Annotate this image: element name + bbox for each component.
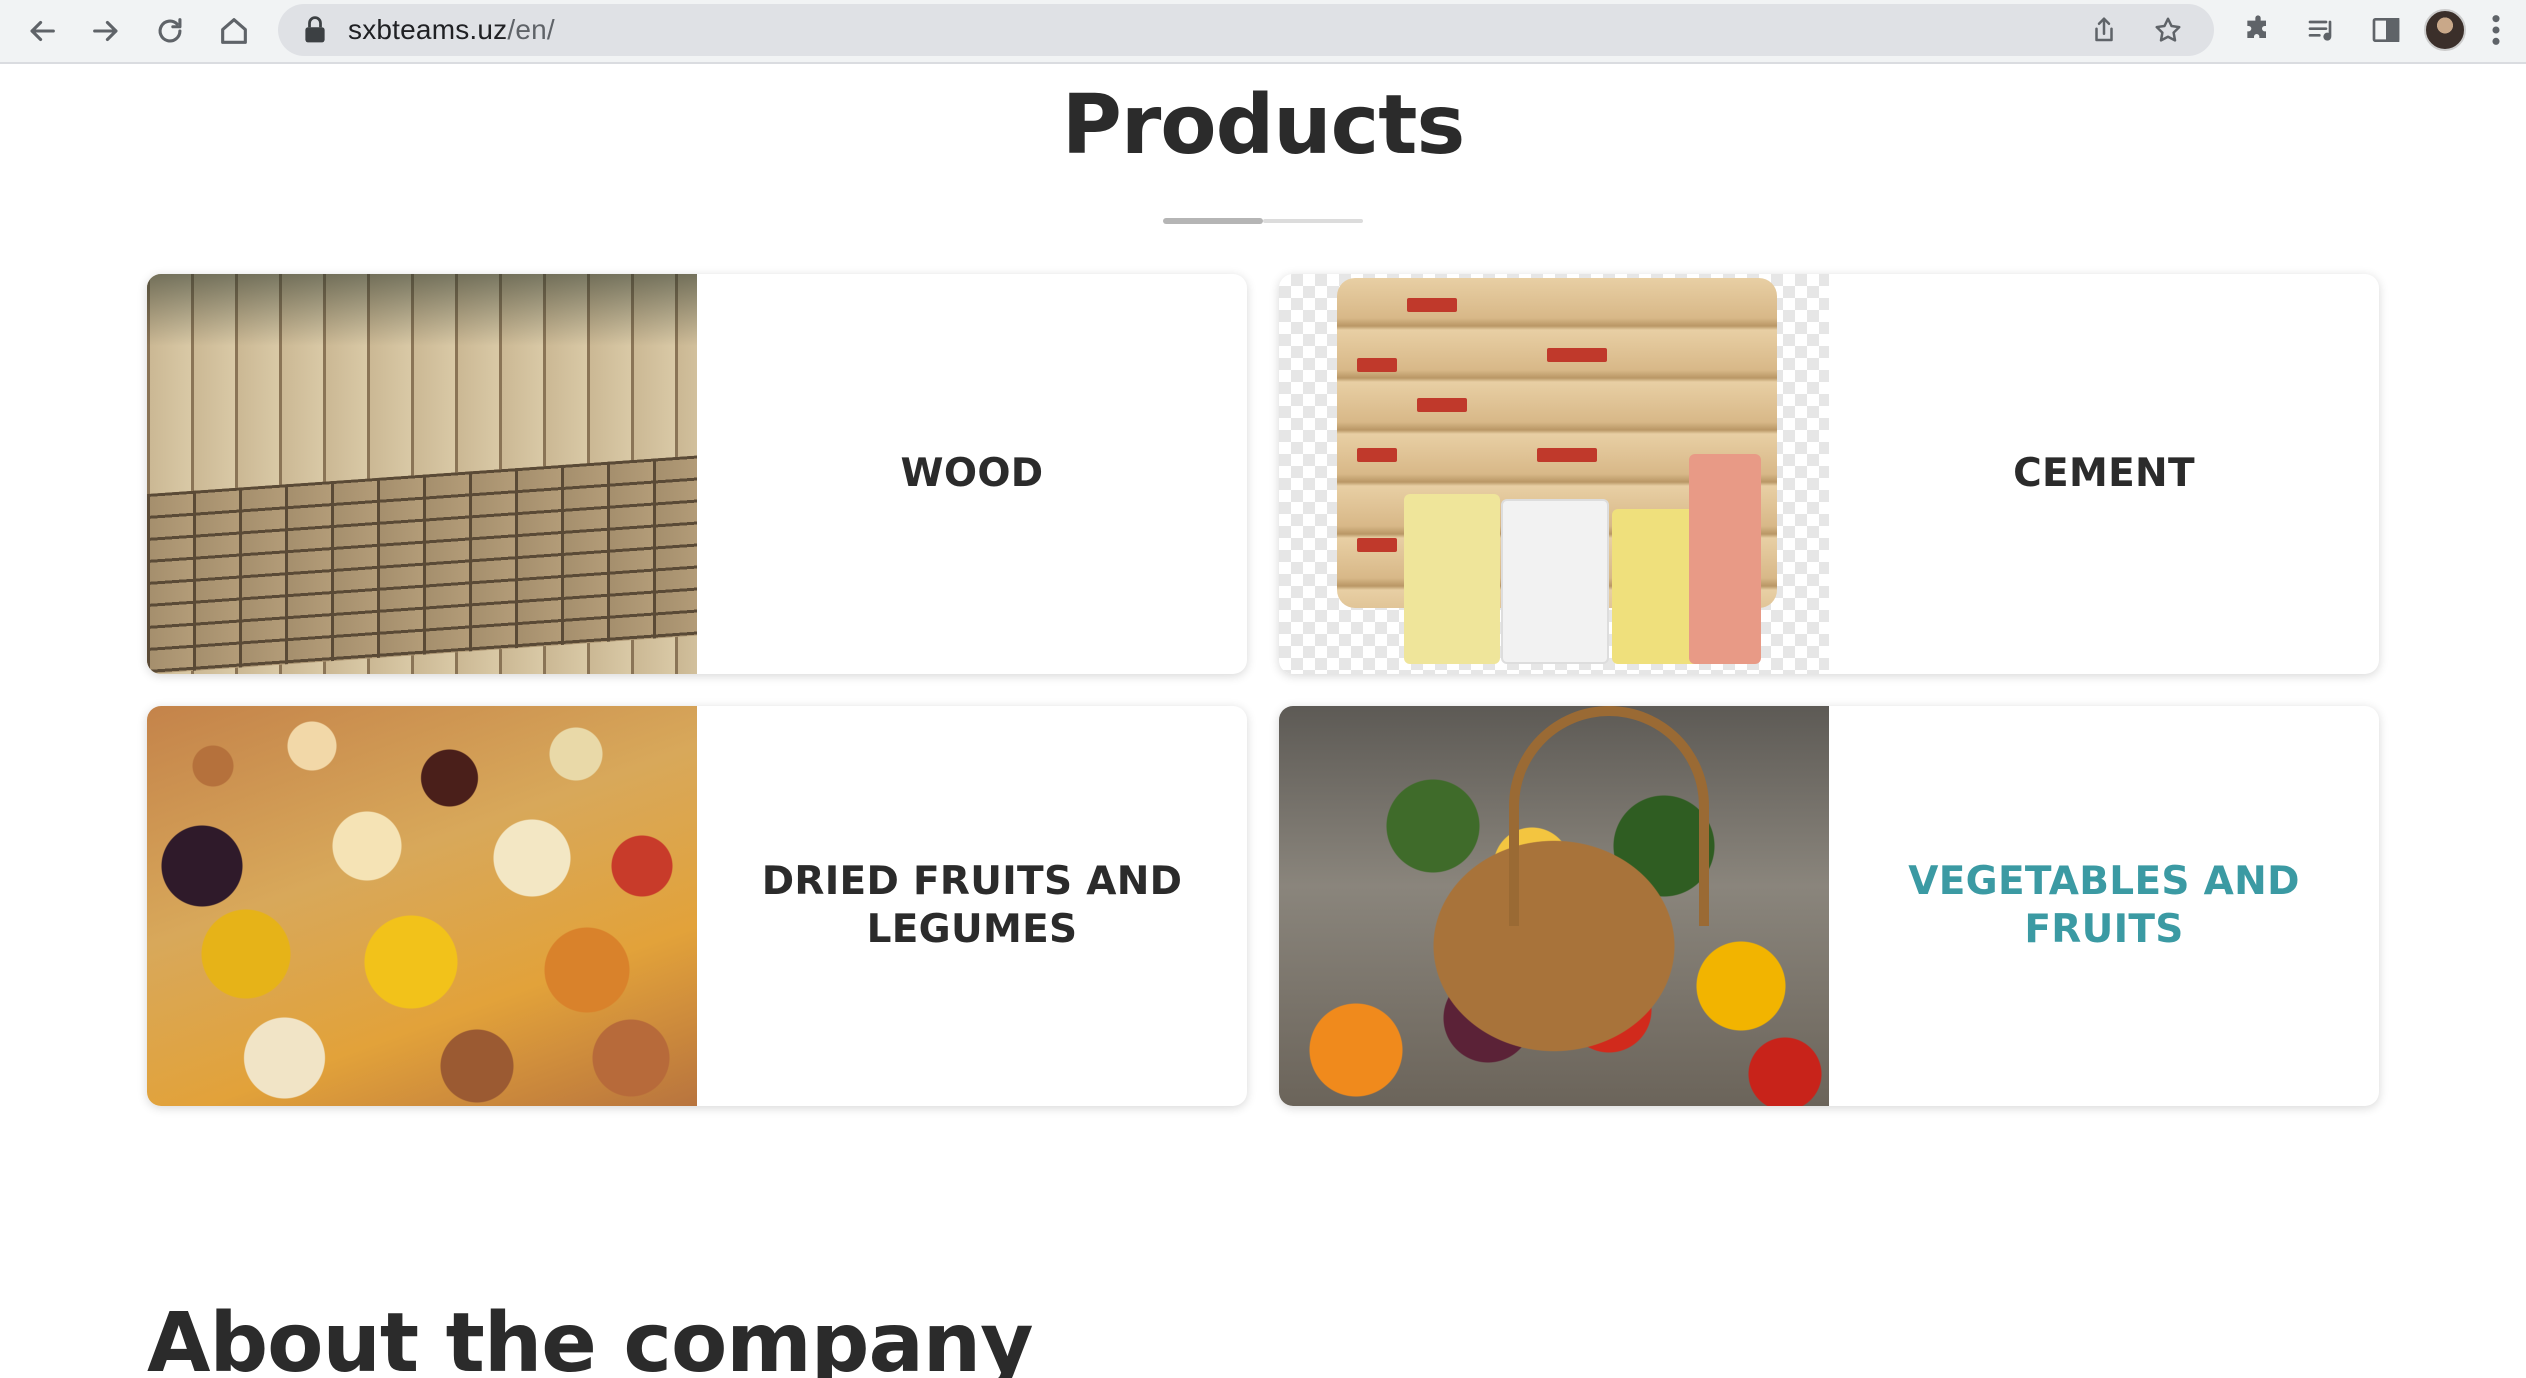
product-label-cement: CEMENT bbox=[2013, 451, 2195, 496]
product-card-dried-fruits[interactable]: DRIED FRUITS AND LEGUMES bbox=[147, 706, 1247, 1106]
url-path: /en/ bbox=[507, 14, 555, 45]
cement-image bbox=[1279, 274, 1829, 674]
address-bar-actions bbox=[2072, 4, 2200, 56]
media-control-button[interactable] bbox=[2290, 0, 2354, 60]
share-icon bbox=[2095, 17, 2113, 42]
url-host: sxbteams.uz bbox=[348, 14, 508, 45]
extension-toolbar bbox=[2226, 0, 2516, 60]
forward-button[interactable] bbox=[74, 0, 138, 63]
url-text: sxbteams.uz/en/ bbox=[348, 14, 555, 46]
product-card-vegetables[interactable]: VEGETABLES AND FRUITS bbox=[1279, 706, 2379, 1106]
share-button[interactable] bbox=[2072, 4, 2136, 56]
about-title: About the company bbox=[147, 1296, 1034, 1378]
browser-menu-button[interactable] bbox=[2476, 0, 2516, 60]
reload-button[interactable] bbox=[138, 0, 202, 63]
side-panel-button[interactable] bbox=[2354, 0, 2418, 60]
more-vertical-icon bbox=[2492, 15, 2500, 45]
product-card-cement[interactable]: CEMENT bbox=[1279, 274, 2379, 674]
reload-icon bbox=[158, 18, 182, 43]
product-label-wood: WOOD bbox=[900, 451, 1044, 496]
product-label-dried-fruits: DRIED FRUITS AND LEGUMES bbox=[761, 859, 1183, 952]
page-content: Products WOOD CEMENT DRIED FRUITS AND LE… bbox=[0, 64, 2526, 1378]
lock-icon bbox=[305, 16, 325, 43]
dried-fruits-image bbox=[147, 706, 697, 1106]
vegetables-image bbox=[1279, 706, 1829, 1106]
side-panel-icon bbox=[2372, 18, 2400, 42]
home-icon bbox=[221, 18, 247, 44]
nav-buttons bbox=[10, 0, 266, 63]
home-button[interactable] bbox=[202, 0, 266, 63]
product-card-wood[interactable]: WOOD bbox=[147, 274, 1247, 674]
wood-image bbox=[147, 274, 697, 674]
browser-toolbar: sxbteams.uz/en/ bbox=[0, 0, 2526, 64]
back-button[interactable] bbox=[10, 0, 74, 63]
bookmark-button[interactable] bbox=[2136, 4, 2200, 56]
puzzle-icon bbox=[2247, 15, 2266, 39]
product-label-vegetables: VEGETABLES AND FRUITS bbox=[1908, 859, 2300, 952]
profile-avatar[interactable] bbox=[2424, 9, 2466, 51]
star-icon bbox=[2155, 17, 2181, 42]
address-bar[interactable]: sxbteams.uz/en/ bbox=[278, 4, 2214, 56]
products-title: Products bbox=[1061, 78, 1466, 173]
playlist-icon bbox=[2308, 20, 2332, 41]
title-divider bbox=[1163, 218, 1363, 224]
extensions-button[interactable] bbox=[2226, 0, 2290, 60]
arrow-right-icon bbox=[93, 20, 118, 42]
arrow-left-icon bbox=[30, 20, 55, 42]
